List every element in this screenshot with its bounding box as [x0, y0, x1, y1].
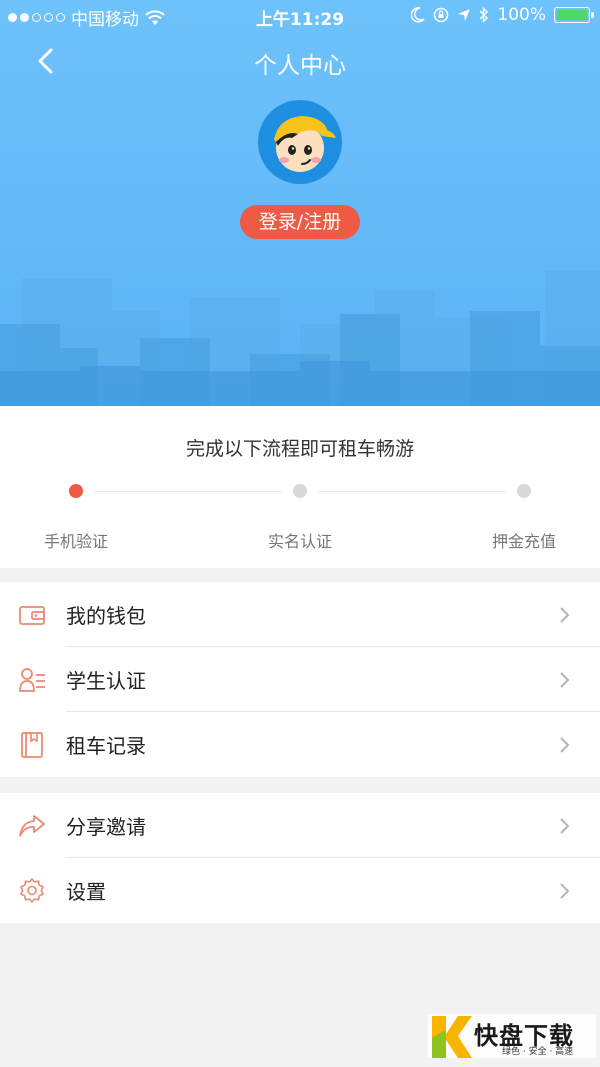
student-id-icon: [19, 668, 45, 692]
menu-item-rental-records[interactable]: 租车记录: [0, 712, 600, 777]
profile-header: 中国移动 上午11:29 100% 个人中心 登录/注册: [0, 0, 600, 406]
rental-steps-panel: 完成以下流程即可租车畅游 手机验证 实名认证 押金充值: [0, 406, 600, 568]
settings-icon: [20, 878, 44, 903]
bluetooth-icon: [479, 7, 489, 23]
moon-icon: [411, 7, 425, 23]
avatar[interactable]: [258, 100, 342, 184]
step-dot-realname: [293, 484, 307, 498]
status-right: 100%: [411, 5, 594, 25]
menu-group-account: 我的钱包 学生认证 租车记录: [0, 582, 600, 777]
status-bar: 中国移动 上午11:29 100%: [0, 0, 600, 32]
battery-icon: [554, 7, 594, 23]
steps-title: 完成以下流程即可租车畅游: [185, 438, 414, 460]
menu-label-student-auth: 学生认证: [66, 669, 146, 693]
step-dot-deposit: [517, 484, 531, 498]
chevron-right-icon: [560, 672, 570, 688]
battery-percent: 100%: [497, 5, 546, 25]
kuaipan-watermark-logo: 快盘下载 绿色 · 安全 · 高速: [428, 1008, 596, 1062]
chevron-right-icon: [560, 883, 570, 899]
step-dot-phone: [69, 484, 83, 498]
chevron-right-icon: [560, 737, 570, 753]
record-book-icon: [21, 732, 43, 758]
step-label-deposit[interactable]: 押金充值: [464, 528, 584, 552]
share-icon: [19, 815, 45, 837]
menu-item-settings[interactable]: 设置: [0, 858, 600, 923]
chevron-right-icon: [560, 607, 570, 623]
chevron-right-icon: [560, 818, 570, 834]
menu-item-student-auth[interactable]: 学生认证: [0, 647, 600, 712]
step-label-phone[interactable]: 手机验证: [16, 528, 136, 552]
menu-label-wallet: 我的钱包: [66, 604, 146, 628]
step-label-realname[interactable]: 实名认证: [240, 528, 360, 552]
location-arrow-icon: [458, 9, 471, 21]
rotation-lock-icon: [434, 7, 449, 23]
menu-item-wallet[interactable]: 我的钱包: [0, 582, 600, 647]
step-connector: [318, 491, 506, 492]
menu-label-rental-records: 租车记录: [66, 734, 146, 758]
cartoon-boy-avatar-icon: [274, 116, 336, 172]
page-title: 个人中心: [254, 53, 346, 79]
menu-group-other: 分享邀请 设置: [0, 793, 600, 923]
menu-item-share-invite[interactable]: 分享邀请: [0, 793, 600, 858]
menu-label-share-invite: 分享邀请: [66, 815, 146, 839]
login-register-button[interactable]: 登录/注册: [240, 205, 360, 239]
menu-label-settings: 设置: [66, 880, 106, 904]
watermark-slogan: 绿色 · 安全 · 高速: [502, 1047, 574, 1057]
wallet-icon: [19, 606, 45, 625]
city-skyline-illustration: [0, 271, 600, 406]
step-connector: [94, 491, 282, 492]
